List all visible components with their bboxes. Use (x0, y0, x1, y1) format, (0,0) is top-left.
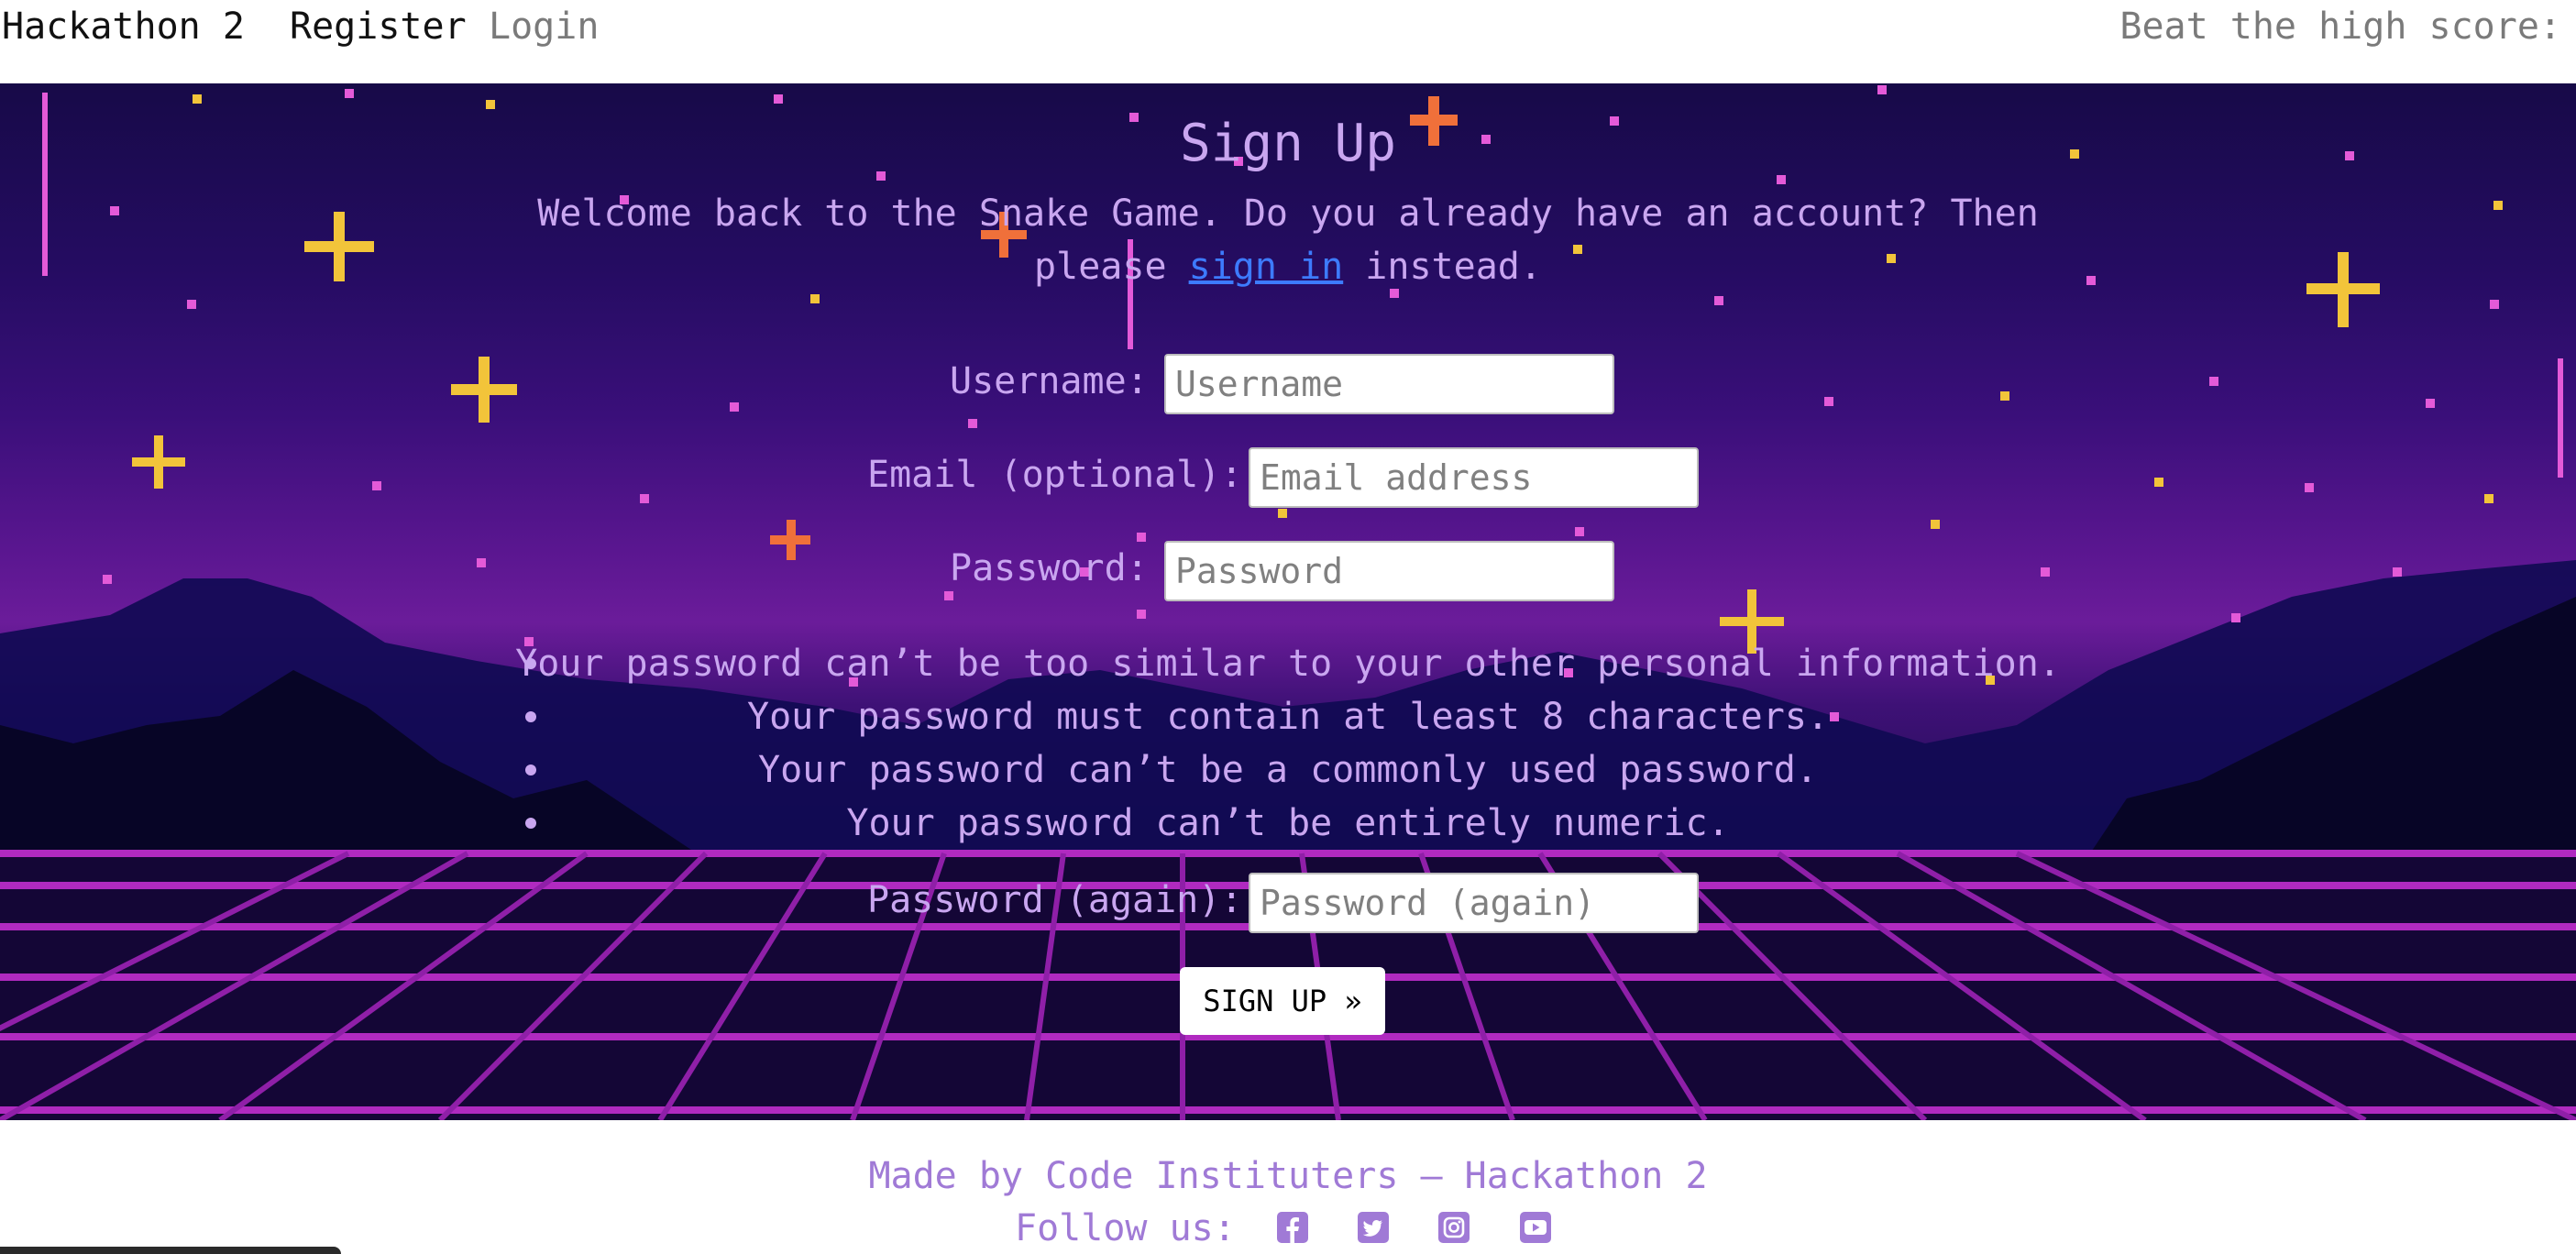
intro-text-after: instead. (1343, 246, 1542, 288)
username-label: Username: (950, 360, 1149, 402)
password-again-label: Password (again): (867, 879, 1243, 921)
password-rule-text: Your password can’t be entirely numeric. (846, 802, 1730, 844)
sign-in-link[interactable]: sign in (1189, 246, 1344, 288)
password-again-input[interactable] (1249, 873, 1699, 933)
signup-hero: Sign Up Welcome back to the Snake Game. … (0, 83, 2576, 1120)
password-rule-text: Your password can’t be a commonly used p… (758, 749, 1818, 791)
sign-up-button[interactable]: SIGN UP » (1180, 967, 1385, 1035)
instagram-icon[interactable] (1438, 1212, 1470, 1243)
bottom-overlay-bar (0, 1247, 341, 1254)
nav-login-link[interactable]: Login (489, 6, 599, 48)
password-input[interactable] (1164, 541, 1614, 601)
email-input[interactable] (1249, 447, 1699, 508)
password-rule-text: Your password can’t be too similar to yo… (515, 643, 2061, 685)
password-rule: Your password can’t be too similar to yo… (0, 637, 2576, 690)
top-navbar: Hackathon 2 Register Login Beat the high… (0, 0, 2576, 83)
nav-register-link[interactable]: Register (290, 6, 467, 48)
signup-form-area: Sign Up Welcome back to the Snake Game. … (0, 83, 2576, 1120)
high-score-text: Beat the high score: (2119, 6, 2561, 48)
twitter-icon[interactable] (1358, 1212, 1389, 1243)
password-rule: Your password can’t be entirely numeric. (0, 797, 2576, 850)
bullet-icon (525, 764, 536, 776)
password-rule: Your password must contain at least 8 ch… (0, 690, 2576, 743)
bullet-icon (525, 658, 536, 669)
brand-link[interactable]: Hackathon 2 (2, 6, 245, 48)
facebook-icon[interactable] (1277, 1212, 1308, 1243)
bullet-icon (525, 818, 536, 829)
intro-text: Welcome back to the Snake Game. Do you a… (513, 187, 2063, 293)
footer-follow-label: Follow us: (1015, 1207, 1236, 1249)
page-title: Sign Up (1179, 114, 1396, 173)
username-input[interactable] (1164, 354, 1614, 414)
password-label: Password: (950, 547, 1149, 589)
password-rule: Your password can’t be a commonly used p… (0, 743, 2576, 797)
email-label: Email (optional): (867, 454, 1243, 496)
password-rule-text: Your password must contain at least 8 ch… (746, 696, 1830, 738)
footer-credits: Made by Code Instituters — Hackathon 2 (868, 1155, 1708, 1197)
bullet-icon (525, 711, 536, 722)
password-rules-list: Your password can’t be too similar to yo… (0, 637, 2576, 850)
footer: Made by Code Instituters — Hackathon 2 F… (0, 1120, 2576, 1254)
youtube-icon[interactable] (1520, 1212, 1551, 1243)
